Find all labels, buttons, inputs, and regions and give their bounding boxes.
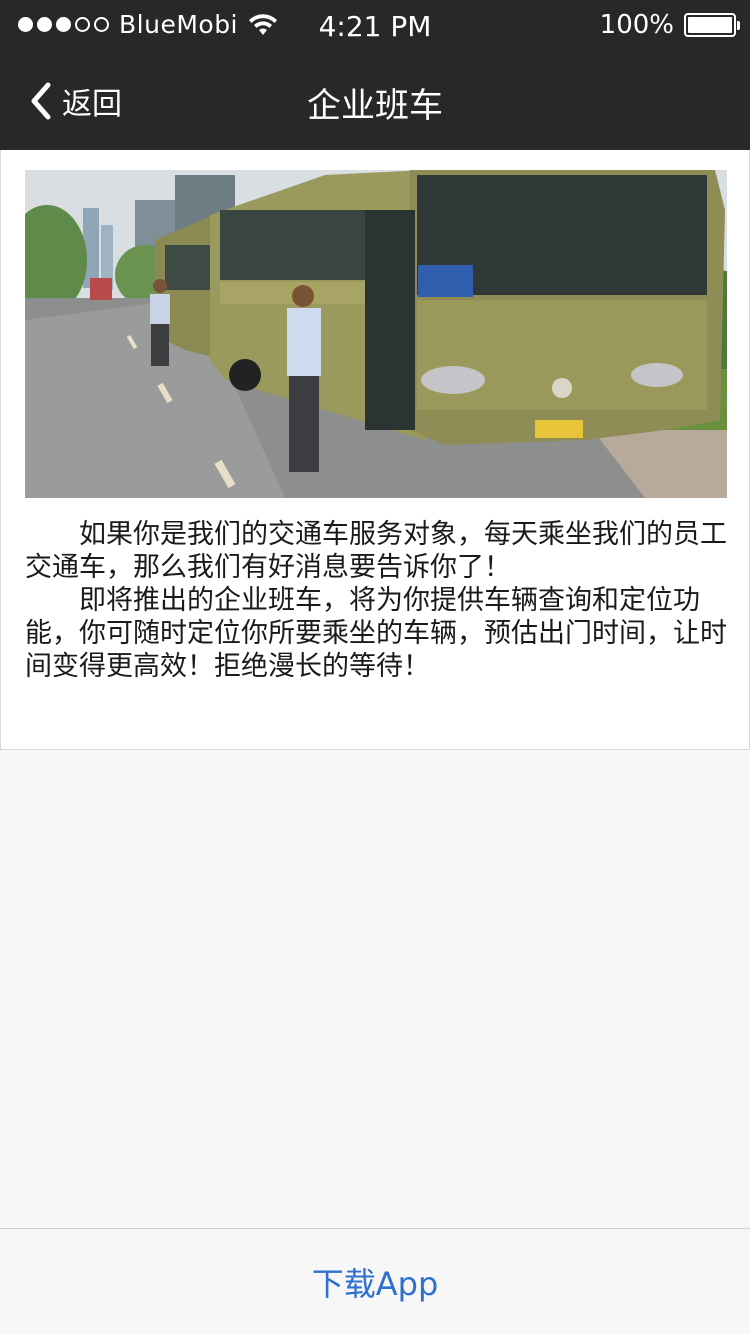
navigation-bar: 返回 企业班车 xyxy=(0,50,750,150)
article-paragraph: 即将推出的企业班车，将为你提供车辆查询和定位功能，你可随时定位你所要乘坐的车辆，… xyxy=(25,585,727,682)
battery-icon xyxy=(684,13,740,37)
battery-percent: 100% xyxy=(599,10,674,40)
status-bar: BlueMobi 4:21 PM 100% xyxy=(0,0,750,50)
article-paragraph: 如果你是我们的交通车服务对象，每天乘坐我们的员工交通车，那么我们有好消息要告诉你… xyxy=(25,519,727,583)
page-title: 企业班车 xyxy=(307,86,443,126)
bus-photo xyxy=(25,170,727,498)
article-body: 如果你是我们的交通车服务对象，每天乘坐我们的员工交通车，那么我们有好消息要告诉你… xyxy=(25,518,731,683)
bottom-bar: 下载App xyxy=(0,1228,750,1334)
status-right: 100% xyxy=(599,10,740,40)
bus-photo-illustration xyxy=(25,170,727,498)
download-app-button[interactable]: 下载App xyxy=(312,1259,439,1305)
content-card: 如果你是我们的交通车服务对象，每天乘坐我们的员工交通车，那么我们有好消息要告诉你… xyxy=(0,150,750,750)
